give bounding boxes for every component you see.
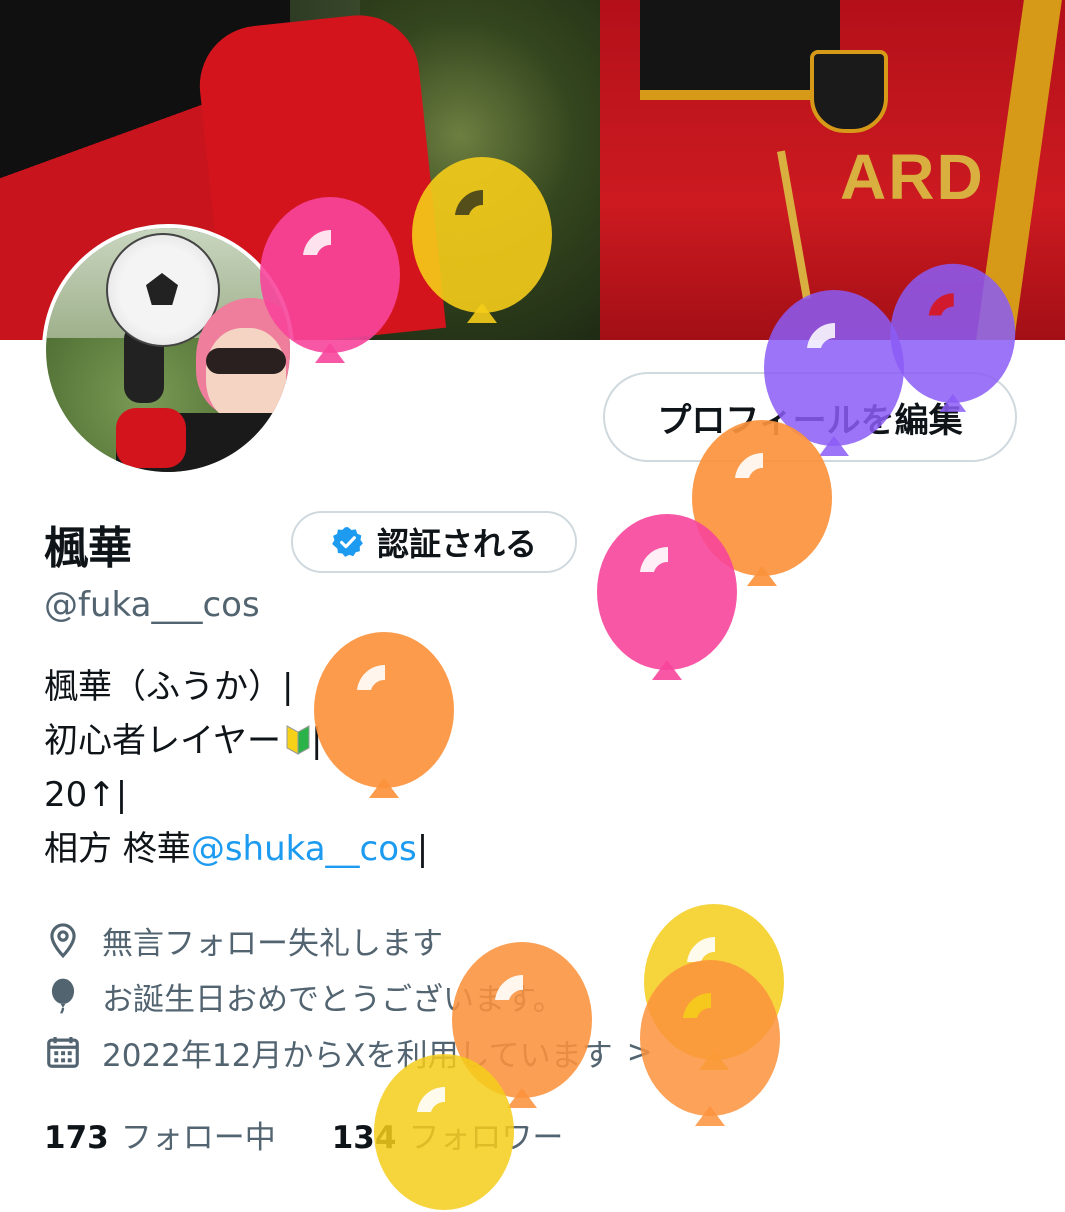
balloon-decoration: [374, 1054, 514, 1210]
get-verified-button[interactable]: 認証される: [291, 511, 577, 573]
verify-label: 認証される: [376, 525, 537, 563]
bio-line-4: 相方 柊華@shuka__cos|: [44, 822, 428, 876]
following-link[interactable]: 173 フォロー中: [44, 1112, 276, 1157]
jersey-emblem: [810, 50, 888, 133]
bio-line-4-end: |: [416, 829, 429, 869]
balloon-decoration: [597, 514, 737, 680]
balloon-decoration: [640, 960, 780, 1126]
balloon-decoration: [412, 157, 552, 323]
balloon-icon: [51, 978, 75, 1014]
beginner-mark-icon: [286, 725, 310, 755]
jersey-text: ARD: [840, 141, 985, 213]
avatar[interactable]: [42, 224, 294, 476]
calendar-icon: [47, 1036, 79, 1068]
location-icon: [50, 923, 76, 959]
balloon-decoration: [314, 632, 454, 798]
balloon-decoration: [260, 197, 400, 363]
user-handle: @fuka___cos: [44, 585, 260, 625]
display-name: 楓華: [44, 523, 132, 574]
bio-line-2-text: 初心者レイヤー: [44, 721, 281, 761]
balloon-decoration: [890, 263, 1016, 412]
verified-badge-icon: [332, 527, 363, 557]
following-count: 173: [44, 1120, 109, 1156]
bio-line-4-text: 相方 柊華: [44, 829, 191, 869]
mention-link[interactable]: @shuka__cos: [191, 829, 417, 869]
avatar-sleeve: [116, 408, 186, 468]
location-text: 無言フォロー失礼します: [102, 925, 443, 962]
following-label: フォロー中: [120, 1120, 276, 1156]
